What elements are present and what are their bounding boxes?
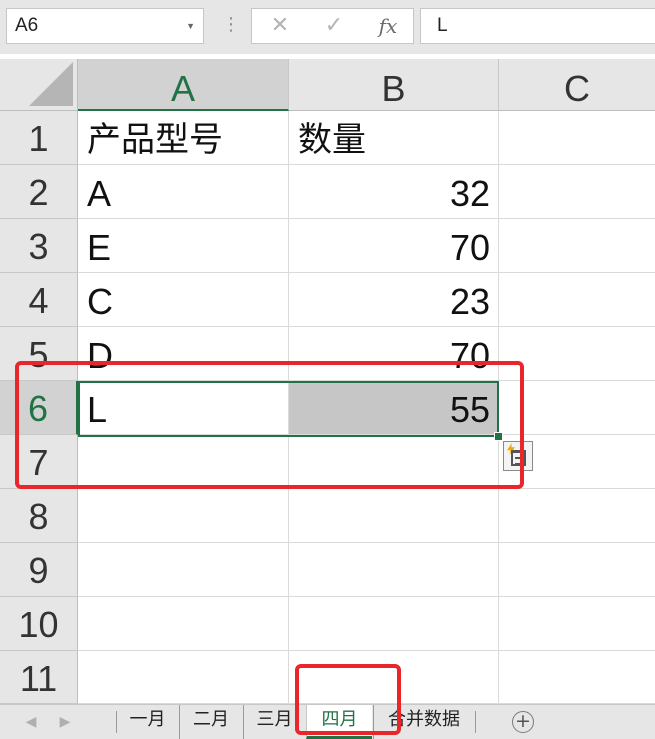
cell-b3[interactable]: 70 [289, 219, 499, 273]
name-box[interactable]: A6 ▼ [6, 8, 204, 44]
column-header-b[interactable]: B [289, 59, 499, 111]
cell-a10[interactable] [78, 597, 289, 651]
worksheet-grid: A B C 1 产品型号 数量 2 A 32 3 E 70 4 C 23 5 D… [0, 59, 655, 704]
cell-b5[interactable]: 70 [289, 327, 499, 381]
cell-a5[interactable]: D [78, 327, 289, 381]
sheet-tab-merged-data[interactable]: 合并数据 [373, 705, 474, 739]
clipboard-icon [511, 450, 526, 466]
cell-a7[interactable] [78, 435, 289, 489]
sheet-tab-january[interactable]: 一月 [117, 705, 178, 739]
cell-a4[interactable]: C [78, 273, 289, 327]
cell-c8[interactable] [499, 489, 655, 543]
cell-b1[interactable]: 数量 [289, 111, 499, 165]
quick-analysis-icon[interactable] [503, 441, 533, 471]
formula-input[interactable]: L [420, 8, 655, 44]
row-header-11[interactable]: 11 [0, 651, 78, 704]
chevron-down-icon[interactable]: ▼ [186, 9, 195, 43]
cancel-icon[interactable]: ✕ [260, 9, 300, 43]
cell-b11[interactable] [289, 651, 499, 704]
cell-a1[interactable]: 产品型号 [78, 111, 289, 165]
formula-bar: A6 ▼ ⋮ ✕ ✓ fx L [0, 0, 655, 54]
fill-handle[interactable] [494, 432, 503, 441]
cell-b7[interactable] [289, 435, 499, 489]
sheet-tab-march[interactable]: 三月 [243, 705, 305, 739]
sheet-tab-bar: ◀ ▶ 一月 二月 三月 四月 合并数据 + [0, 704, 655, 739]
column-header-c[interactable]: C [499, 59, 655, 111]
fx-icon[interactable]: fx [368, 9, 408, 43]
cell-a9[interactable] [78, 543, 289, 597]
cell-b6[interactable]: 55 [289, 381, 499, 435]
cell-c4[interactable] [499, 273, 655, 327]
cell-c5[interactable] [499, 327, 655, 381]
enter-check-icon[interactable]: ✓ [314, 9, 354, 43]
name-box-value: A6 [15, 15, 39, 36]
row-header-4[interactable]: 4 [0, 273, 78, 327]
cell-a8[interactable] [78, 489, 289, 543]
row-header-1[interactable]: 1 [0, 111, 78, 165]
cell-a3[interactable]: E [78, 219, 289, 273]
cell-c10[interactable] [499, 597, 655, 651]
cell-a6[interactable]: L [78, 381, 289, 435]
row-header-7[interactable]: 7 [0, 435, 78, 489]
nav-right-icon[interactable]: ▶ [56, 711, 74, 733]
select-all-corner[interactable] [0, 59, 78, 111]
cell-a2[interactable]: A [78, 165, 289, 219]
cell-b10[interactable] [289, 597, 499, 651]
sheet-tab-february[interactable]: 二月 [179, 705, 242, 739]
cell-a11[interactable] [78, 651, 289, 704]
cell-c9[interactable] [499, 543, 655, 597]
cell-c3[interactable] [499, 219, 655, 273]
cell-c11[interactable] [499, 651, 655, 704]
cell-c6[interactable] [499, 381, 655, 435]
row-header-3[interactable]: 3 [0, 219, 78, 273]
row-header-10[interactable]: 10 [0, 597, 78, 651]
row-header-8[interactable]: 8 [0, 489, 78, 543]
column-header-a[interactable]: A [78, 59, 289, 111]
row-header-2[interactable]: 2 [0, 165, 78, 219]
select-all-triangle-icon [29, 62, 73, 106]
cell-b2[interactable]: 32 [289, 165, 499, 219]
cell-b4[interactable]: 23 [289, 273, 499, 327]
cell-b9[interactable] [289, 543, 499, 597]
cell-b8[interactable] [289, 489, 499, 543]
nav-left-icon[interactable]: ◀ [22, 711, 40, 733]
tab-separator [475, 711, 476, 733]
cell-c1[interactable] [499, 111, 655, 165]
row-header-6[interactable]: 6 [0, 381, 78, 435]
cell-c2[interactable] [499, 165, 655, 219]
sheet-tab-april[interactable]: 四月 [306, 705, 372, 739]
row-header-9[interactable]: 9 [0, 543, 78, 597]
formula-bar-grip-icon[interactable]: ⋮ [222, 14, 240, 38]
row-header-5[interactable]: 5 [0, 327, 78, 381]
formula-bar-buttons: ✕ ✓ fx [251, 8, 414, 44]
add-sheet-icon[interactable]: + [512, 711, 534, 733]
